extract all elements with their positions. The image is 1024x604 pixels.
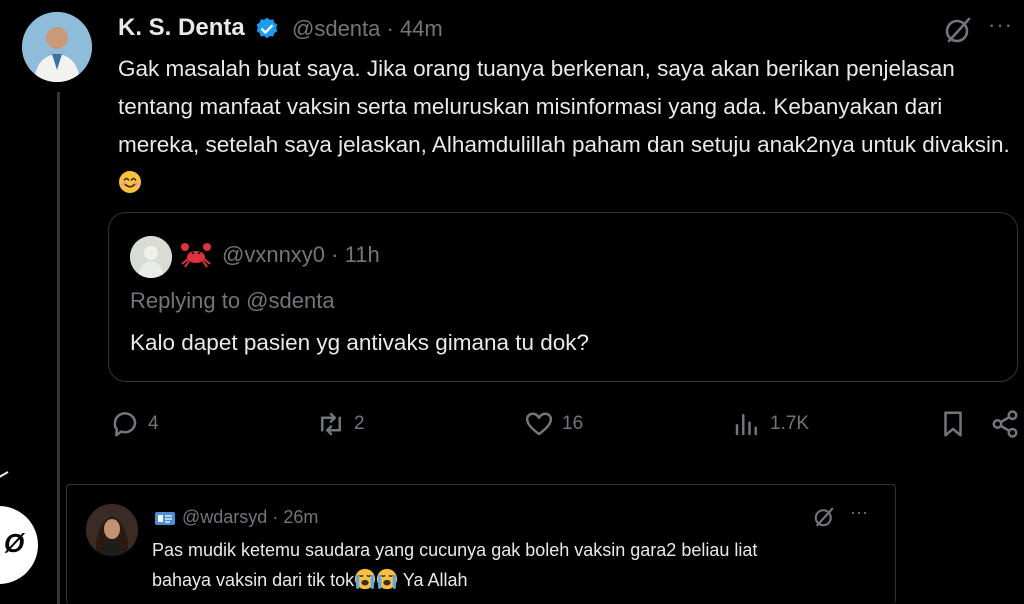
reply-line-2-wrap: bahaya vaksin dari tik tok Ya Allah bbox=[152, 565, 892, 595]
author-name[interactable]: K. S. Denta bbox=[118, 14, 245, 42]
quoted-time: · 11h bbox=[331, 242, 380, 267]
thread-line bbox=[57, 92, 60, 604]
share-icon bbox=[992, 410, 1018, 438]
retweet-icon bbox=[321, 412, 341, 436]
verified-badge-icon bbox=[256, 17, 278, 39]
crying-face-icon bbox=[377, 568, 398, 590]
views-button[interactable]: 1.7K bbox=[732, 408, 809, 440]
replying-to[interactable]: Replying to @sdenta bbox=[130, 288, 335, 314]
reply-handle[interactable]: @wdarsyd bbox=[182, 507, 267, 527]
reply-icon bbox=[113, 412, 137, 437]
grok-fab-icon: Ø bbox=[4, 528, 25, 558]
bookmark-icon bbox=[944, 411, 962, 437]
retweet-count: 2 bbox=[354, 413, 365, 434]
grok-icon[interactable] bbox=[942, 14, 974, 46]
reply-suffix: Ya Allah bbox=[402, 570, 468, 590]
view-count: 1.7K bbox=[770, 413, 810, 434]
reply-more-options-icon[interactable]: ··· bbox=[850, 502, 868, 523]
avatar[interactable] bbox=[22, 12, 92, 82]
reply-button[interactable]: 4 bbox=[110, 408, 159, 440]
author-handle-time: @sdenta · 44m bbox=[292, 16, 443, 42]
crying-face-icon bbox=[355, 568, 376, 590]
more-options-icon[interactable]: ··· bbox=[988, 12, 1013, 38]
retweet-button[interactable]: 2 bbox=[316, 408, 365, 440]
reply-text: Pas mudik ketemu saudara yang cucunya ga… bbox=[152, 535, 892, 595]
partial-check-icon bbox=[0, 471, 9, 478]
reply-line-2: bahaya vaksin dari tik tok bbox=[152, 570, 355, 590]
quoted-handle-time: @vxnnxy0 · 11h bbox=[222, 242, 380, 268]
quoted-text: Kalo dapet pasien yg antivaks gimana tu … bbox=[130, 330, 590, 355]
grok-icon[interactable] bbox=[812, 505, 836, 529]
reply-avatar[interactable] bbox=[86, 504, 138, 556]
share-button[interactable] bbox=[990, 408, 1024, 440]
reply-count: 4 bbox=[148, 413, 159, 434]
quoted-handle[interactable]: @vxnnxy0 bbox=[222, 242, 325, 267]
bookmark-button[interactable] bbox=[938, 408, 976, 440]
tweet-text: Gak masalah buat saya. Jika orang tuanya… bbox=[118, 50, 1018, 202]
like-button[interactable]: 16 bbox=[524, 408, 583, 440]
views-chart-icon bbox=[735, 414, 757, 436]
quoted-avatar[interactable] bbox=[130, 236, 172, 278]
person-photo-icon bbox=[86, 504, 138, 556]
heart-icon bbox=[525, 412, 553, 436]
reply-time: · 26m bbox=[272, 507, 319, 527]
smiling-face-icon bbox=[119, 171, 141, 193]
id-card-icon bbox=[155, 512, 175, 525]
person-photo-icon bbox=[130, 236, 172, 278]
author-handle[interactable]: @sdenta bbox=[292, 16, 380, 41]
tweet-time: · 44m bbox=[386, 16, 443, 41]
reply-handle-time: @wdarsyd · 26m bbox=[182, 507, 318, 528]
crab-emoji-icon bbox=[181, 243, 211, 268]
person-photo-icon bbox=[22, 12, 92, 82]
like-count: 16 bbox=[562, 413, 584, 434]
reply-line-1: Pas mudik ketemu saudara yang cucunya ga… bbox=[152, 540, 758, 560]
tweet-body: Gak masalah buat saya. Jika orang tuanya… bbox=[118, 56, 1010, 157]
